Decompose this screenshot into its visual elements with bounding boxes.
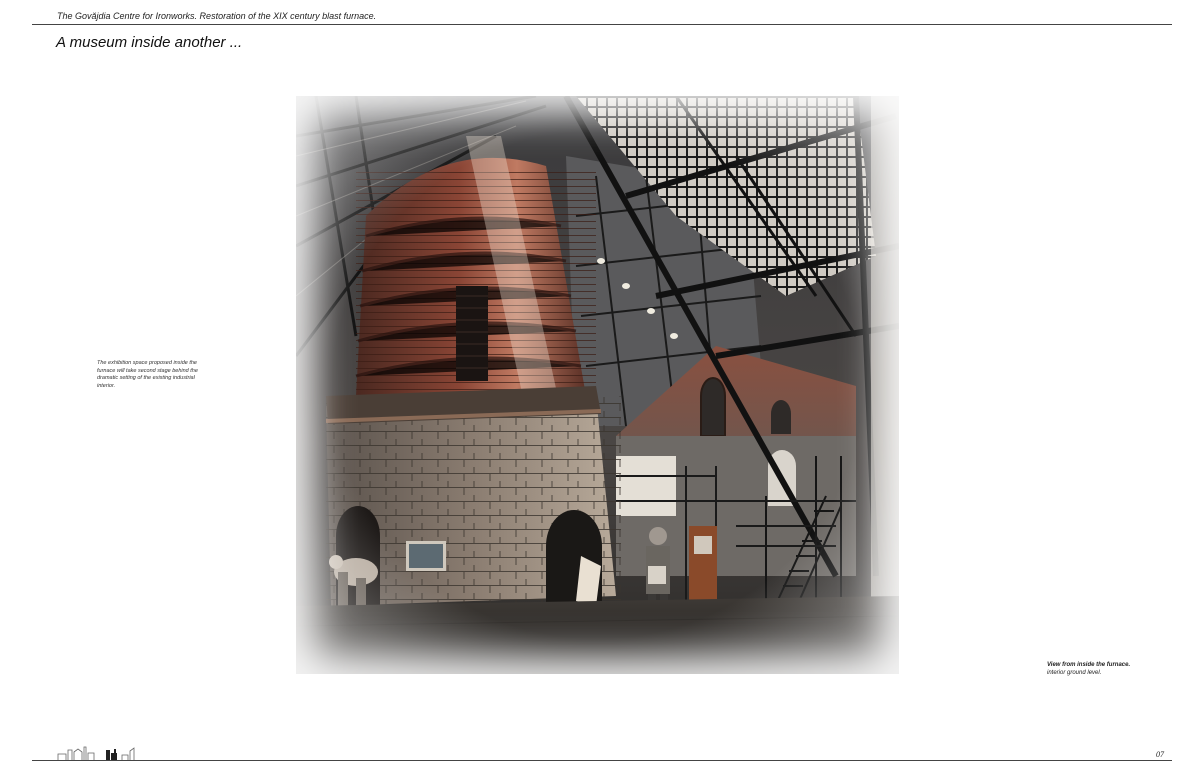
- footer-divider: [32, 760, 1172, 761]
- furnace-interior-photo: [296, 96, 899, 674]
- header-text: The Govăjdia Centre for Ironworks. Resto…: [57, 11, 377, 21]
- view-caption-title: View from inside the furnace.: [1047, 662, 1131, 668]
- page-number: 07: [1156, 750, 1164, 759]
- view-caption-subtitle: interior ground level.: [1047, 670, 1102, 676]
- header-divider: [32, 24, 1172, 25]
- page-title: A museum inside another ...: [56, 34, 243, 51]
- view-caption: View from inside the furnace. interior g…: [1047, 661, 1130, 677]
- industrial-skyline-logo: [56, 744, 140, 767]
- furnace-interior-illustration: [296, 96, 899, 674]
- side-caption: The exhibition space proposed inside the…: [97, 360, 198, 389]
